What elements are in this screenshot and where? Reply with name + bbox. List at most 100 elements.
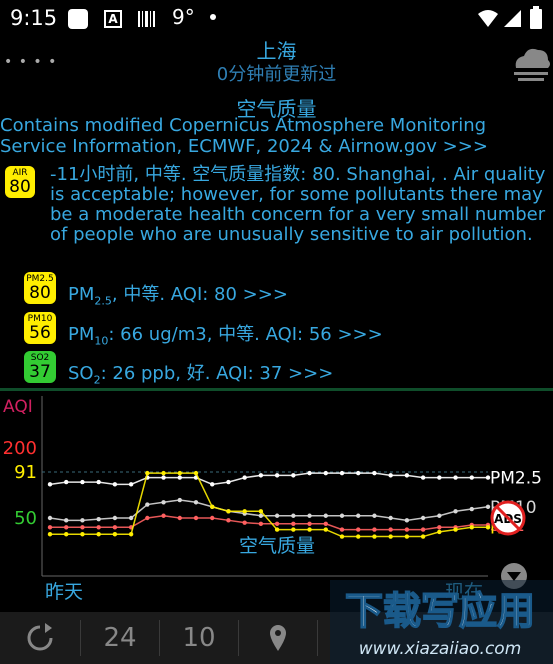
pm25-name: PM — [68, 284, 95, 305]
data-point — [112, 482, 118, 487]
data-point — [128, 515, 134, 521]
data-point — [161, 475, 166, 480]
y-axis-label: AQI — [3, 397, 33, 417]
status-bar: 9:15 A 9° — [0, 0, 553, 36]
pm10-badge-value: 56 — [29, 323, 51, 343]
data-point — [339, 513, 345, 518]
data-point — [404, 473, 410, 478]
notification-icon — [68, 9, 88, 29]
so2-row[interactable]: SO2: 26 ppb, 好. AQI: 37 >>> — [68, 359, 333, 387]
data-point — [437, 513, 442, 518]
data-point — [193, 500, 199, 505]
data-point — [356, 527, 361, 532]
data-point — [242, 520, 247, 525]
data-point — [469, 525, 474, 530]
pm25-row[interactable]: PM2.5, 中等. AQI: 80 >>> — [68, 280, 288, 308]
data-point — [80, 525, 85, 530]
watermark-url: www.xiazaiiao.com — [359, 639, 522, 659]
location-pin-icon — [270, 625, 286, 651]
data-point — [274, 473, 280, 478]
data-point — [274, 513, 280, 518]
site-watermark: 下载写应用 www.xiazaiiao.com — [330, 580, 553, 664]
barcode-icon — [137, 9, 157, 29]
data-point — [291, 527, 296, 532]
data-point — [210, 504, 215, 509]
data-point — [112, 532, 118, 537]
data-point — [307, 513, 312, 518]
data-point — [193, 515, 199, 521]
location-button[interactable] — [239, 612, 317, 664]
data-point — [307, 527, 312, 532]
data-point — [339, 534, 345, 539]
pm10-row[interactable]: PM10: 66 ug/m3, 中等. AQI: 56 >>> — [68, 320, 383, 348]
data-source-link[interactable]: Contains modified Copernicus Atmosphere … — [0, 115, 553, 157]
data-point — [128, 482, 134, 487]
battery-icon — [530, 6, 542, 34]
data-point — [388, 515, 393, 521]
data-point — [291, 513, 296, 518]
days-10-button[interactable]: 10 — [160, 612, 238, 664]
y-tick-label: 50 — [14, 508, 37, 529]
data-point — [210, 482, 215, 487]
data-point — [404, 527, 410, 532]
weather-cloud-icon[interactable] — [510, 44, 552, 84]
data-point — [307, 521, 312, 526]
data-point — [161, 470, 166, 476]
refresh-button[interactable] — [0, 612, 80, 664]
pm10-name: PM — [68, 324, 95, 345]
data-point — [356, 534, 361, 539]
data-point — [112, 525, 118, 530]
data-point — [437, 529, 442, 535]
y-tick-label: 200 — [3, 438, 37, 459]
data-point — [388, 473, 393, 478]
watermark-title: 下载写应用 — [345, 589, 535, 633]
data-point — [193, 470, 199, 476]
data-point — [258, 473, 264, 478]
data-point — [323, 527, 328, 532]
data-point — [291, 521, 296, 526]
data-point — [339, 527, 345, 532]
data-point — [145, 515, 150, 521]
data-point — [339, 470, 345, 476]
data-point — [161, 500, 166, 505]
air-quality-description[interactable]: -11小时前, 中等. 空气质量指数: 80. Shanghai, . Air … — [50, 165, 553, 245]
data-point — [64, 525, 69, 530]
data-point — [145, 470, 150, 476]
data-point — [291, 473, 296, 478]
data-point — [388, 527, 393, 532]
data-point — [420, 534, 426, 539]
data-point — [64, 518, 69, 523]
data-point — [145, 502, 150, 507]
chart-top-border — [0, 388, 553, 391]
refresh-icon — [27, 623, 53, 651]
data-point — [356, 470, 361, 476]
data-point — [226, 479, 231, 485]
data-point — [64, 479, 69, 485]
data-point — [258, 509, 264, 514]
aqi-history-chart[interactable]: AQI2009150PM2.5PM10SO2NO空气质量昨天现在ADS — [0, 388, 553, 610]
data-point — [274, 521, 280, 526]
so2-sub: 2 — [93, 373, 101, 387]
update-time: 0分钟前更新过 — [216, 64, 337, 85]
air-quality-badge: AIR 80 — [5, 166, 35, 198]
so2-badge: SO2 37 — [24, 351, 56, 383]
data-point — [372, 470, 377, 476]
pm25-text: , 中等. AQI: 80 >>> — [111, 284, 288, 305]
so2-name: SO — [68, 363, 94, 384]
data-point — [307, 470, 312, 476]
hours-24-button[interactable]: 24 — [81, 612, 159, 664]
data-point — [356, 513, 361, 518]
data-point — [47, 482, 53, 487]
data-point — [404, 534, 410, 539]
no-ads-icon[interactable]: ADS — [490, 500, 526, 536]
data-point — [372, 527, 377, 532]
data-point — [177, 515, 182, 521]
data-point — [47, 525, 53, 530]
data-point — [323, 470, 328, 476]
toolbar-divider — [317, 620, 318, 656]
so2-badge-value: 37 — [29, 362, 51, 382]
data-point — [80, 479, 85, 485]
data-point — [242, 509, 247, 514]
data-point — [161, 513, 166, 518]
data-point — [437, 525, 442, 530]
